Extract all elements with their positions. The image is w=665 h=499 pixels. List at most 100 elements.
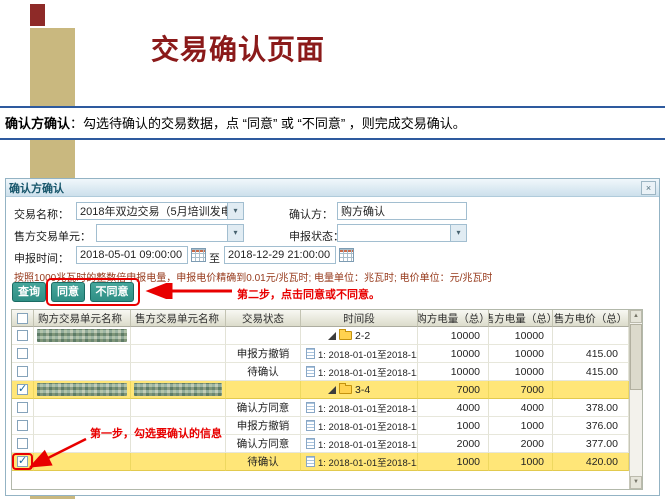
close-button[interactable]: × (641, 181, 656, 195)
row-checkbox[interactable] (17, 348, 28, 359)
seller-unit-select[interactable]: ▾ (96, 224, 244, 242)
period-cell: 1: 2018-01-01至2018-12-3 (301, 345, 418, 363)
trade-name-select[interactable]: 2018年双边交易（5月培训发电企 ▾ (76, 202, 244, 220)
confirm-party-input[interactable]: 购方确认 (337, 202, 467, 220)
buy-qty-cell: 10000 (418, 327, 489, 345)
period-cell: 1: 2018-01-01至2018-12-3 (301, 417, 418, 435)
sell-qty-cell: 7000 (489, 381, 553, 399)
buy-qty-cell: 10000 (418, 363, 489, 381)
buy-qty-cell: 2000 (418, 435, 489, 453)
buyer-name-cell (34, 399, 131, 417)
chevron-down-icon[interactable]: ▾ (227, 225, 243, 241)
chevron-down-icon[interactable]: ▾ (227, 203, 243, 219)
buy-qty-cell: 4000 (418, 399, 489, 417)
page-title: 交易确认页面 (151, 28, 325, 68)
instruction-text: ：勾选待确认的交易数据，点 “同意” 或 “不同意” ，则完成交易确认。 (70, 116, 466, 131)
calendar-icon[interactable] (191, 248, 206, 262)
masked-seller-name (134, 383, 222, 396)
period-text: 1: 2018-01-01至2018-12-3 (318, 437, 418, 451)
seller-name-cell (131, 363, 226, 381)
scroll-up-icon[interactable]: ▲ (630, 310, 642, 323)
slide-corner-decor (30, 4, 45, 26)
row-checkbox[interactable] (17, 384, 28, 395)
sell-qty-cell: 4000 (489, 399, 553, 417)
tree-expand-icon[interactable] (328, 332, 336, 340)
trade-name-value: 2018年双边交易（5月培训发电企 (80, 203, 243, 219)
checkbox-wrap (17, 384, 28, 395)
confirm-dialog: 确认方确认 × 交易名称： 2018年双边交易（5月培训发电企 ▾ 确认方： 购… (5, 178, 660, 496)
step1-annotation: 第一步，勾选要确认的信息 (90, 425, 222, 441)
period-text: 1: 2018-01-01至2018-12-3 (318, 401, 418, 415)
time-to-value: 2018-12-29 21:00:00 (228, 249, 330, 261)
declare-status-label: 申报状态： (289, 228, 344, 244)
table-row: 待确认 1: 2018-01-01至2018-12-3 1000 1000 42… (12, 453, 642, 471)
col-header-status[interactable]: 交易状态 (226, 310, 301, 327)
period-cell: 1: 2018-01-01至2018-12-3 (301, 435, 418, 453)
folder-icon (339, 385, 352, 394)
checkbox-wrap (17, 330, 28, 341)
period-text: 3-4 (355, 384, 370, 396)
status-cell: 待确认 (226, 453, 301, 471)
masked-buyer-name (37, 383, 127, 396)
col-header-buy-qty[interactable]: 购方电量（总） (418, 310, 489, 327)
instruction-term: 确认方确认 (5, 116, 70, 131)
chevron-down-icon[interactable]: ▾ (450, 225, 466, 241)
document-icon (306, 366, 315, 377)
confirm-party-label: 确认方： (289, 206, 333, 222)
table-row: 3-4 7000 7000 (12, 381, 642, 399)
row-checkbox[interactable] (17, 366, 28, 377)
scroll-down-icon[interactable]: ▼ (630, 476, 642, 489)
row-select-cell (12, 399, 34, 417)
time-from-input[interactable]: 2018-05-01 09:00:00 (76, 246, 188, 264)
time-to-input[interactable]: 2018-12-29 21:00:00 (224, 246, 336, 264)
period-text: 1: 2018-01-01至2018-12-3 (318, 419, 418, 433)
price-cell: 376.00 (553, 417, 629, 435)
row-checkbox[interactable] (17, 402, 28, 413)
step2-arrow (140, 283, 236, 299)
seller-name-cell (131, 453, 226, 471)
row-checkbox[interactable] (17, 420, 28, 431)
row-checkbox[interactable] (17, 330, 28, 341)
col-header-seller[interactable]: 售方交易单元名称 (131, 310, 226, 327)
price-cell (553, 327, 629, 345)
sell-qty-cell: 2000 (489, 435, 553, 453)
period-text: 1: 2018-01-01至2018-12-3 (318, 347, 418, 361)
status-cell: 申报方撤销 (226, 345, 301, 363)
row-select-cell (12, 345, 34, 363)
table-body: 2-2 10000 10000 申报方撤销 1: 2018-01-01至2018… (12, 327, 642, 471)
sell-qty-cell: 10000 (489, 345, 553, 363)
col-header-price[interactable]: 售方电价（总） (553, 310, 629, 327)
table-row: 2-2 10000 10000 (12, 327, 642, 345)
select-all-checkbox[interactable] (17, 313, 28, 324)
query-button[interactable]: 查询 (12, 282, 46, 302)
step1-arrow (22, 435, 100, 475)
declare-status-select[interactable]: ▾ (337, 224, 467, 242)
col-header-period[interactable]: 时间段 (301, 310, 418, 327)
seller-name-cell (131, 399, 226, 417)
scroll-thumb[interactable] (630, 324, 642, 390)
document-icon (306, 402, 315, 413)
col-header-buyer[interactable]: 购方交易单元名称 (34, 310, 131, 327)
time-from-value: 2018-05-01 09:00:00 (80, 249, 182, 261)
confirm-party-value: 购方确认 (341, 203, 385, 219)
calendar-icon[interactable] (339, 248, 354, 262)
document-icon (306, 438, 315, 449)
slide-canvas: 交易确认页面 确认方确认：勾选待确认的交易数据，点 “同意” 或 “不同意” ，… (0, 0, 665, 499)
tree-expand-icon[interactable] (328, 386, 336, 394)
buyer-name-cell (34, 363, 131, 381)
period-cell: 3-4 (301, 381, 418, 399)
buy-qty-cell: 1000 (418, 417, 489, 435)
buy-qty-cell: 7000 (418, 381, 489, 399)
buyer-name-cell (34, 381, 131, 399)
step2-annotation: 第二步，点击同意或不同意。 (237, 286, 380, 302)
col-header-sell-qty[interactable]: 售方电量（总） (489, 310, 553, 327)
transaction-table: 购方交易单元名称 售方交易单元名称 交易状态 时间段 购方电量（总） 售方电量（… (11, 309, 643, 490)
table-scrollbar[interactable]: ▲ ▼ (629, 310, 642, 489)
period-cell: 1: 2018-01-01至2018-12-3 (301, 453, 418, 471)
checkbox-wrap (17, 366, 28, 377)
price-cell: 415.00 (553, 345, 629, 363)
buy-qty-cell: 1000 (418, 453, 489, 471)
document-icon (306, 420, 315, 431)
seller-unit-label: 售方交易单元： (14, 228, 91, 244)
status-cell: 待确认 (226, 363, 301, 381)
